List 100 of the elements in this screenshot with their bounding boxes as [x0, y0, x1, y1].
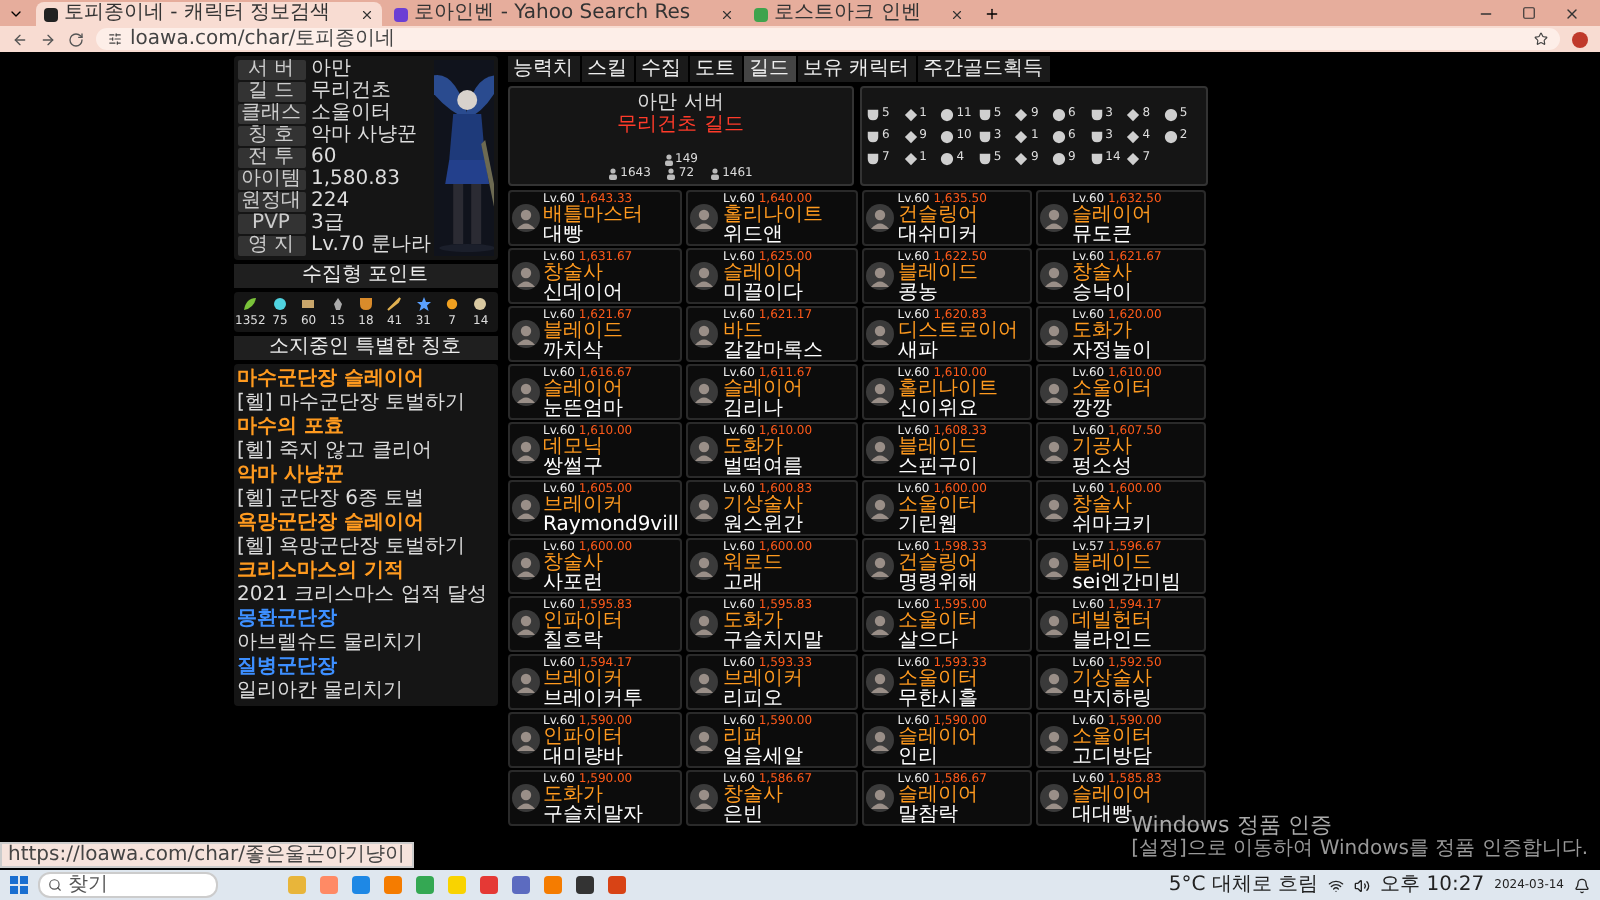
member-name: 막지하링 — [1072, 690, 1155, 710]
member-class: 디스트로이어 — [897, 322, 1018, 342]
shield-icon — [357, 296, 374, 312]
volume-icon[interactable] — [1354, 877, 1371, 893]
section-tab[interactable]: 보유 캐릭터 — [797, 56, 916, 82]
address-bar[interactable]: loawa.com/char/토피종이네 — [96, 28, 1560, 50]
info-value: 무리건초 — [311, 82, 393, 102]
member-class: 배틀마스터 — [543, 206, 643, 226]
notification-icon[interactable] — [1574, 877, 1590, 893]
info-value: 60 — [311, 148, 339, 168]
close-icon[interactable] — [720, 7, 735, 21]
section-tab[interactable]: 수집 — [635, 56, 687, 82]
title-name: 마수군단장 슬레이어 — [237, 368, 426, 390]
avatar-icon — [690, 784, 719, 812]
section-tab[interactable]: 스킬 — [581, 56, 633, 82]
windows-logo-icon[interactable] — [10, 876, 28, 894]
weather-text[interactable]: 5°C 대체로 흐림 — [1168, 873, 1319, 897]
person-icon — [608, 167, 619, 179]
member-class: 데빌헌터 — [1072, 612, 1155, 632]
member-class: 브레이커 — [543, 670, 623, 690]
member-name: 자정놀이 — [1072, 342, 1155, 362]
search-field[interactable]: 찾기 — [38, 872, 218, 898]
member-class: 슬레이어 — [897, 728, 980, 748]
member-class: 창술사 — [1072, 264, 1135, 284]
browser-tab[interactable]: 토피종이네 - 캐릭터 정보검색 — [36, 2, 383, 26]
member-name: 위드앤 — [722, 226, 785, 246]
member-name: 신이위요 — [897, 400, 980, 420]
section-tab[interactable]: 주간골드획득 — [917, 56, 1050, 82]
avatar-icon — [865, 494, 894, 522]
title-description: 일리아칸 물리치기 — [237, 680, 406, 702]
member-name: 뮤도큰 — [1072, 226, 1135, 246]
section-tab[interactable]: 도트 — [689, 56, 741, 82]
member-name: 칠흐락 — [543, 632, 605, 652]
forward-icon[interactable] — [40, 31, 56, 47]
orb-icon — [271, 296, 288, 312]
member-name: 콩농 — [897, 284, 940, 304]
member-name: 스핀구이 — [897, 458, 980, 478]
new-tab-icon[interactable] — [984, 5, 1001, 21]
avatar-icon — [511, 378, 539, 406]
member-name: 살으다 — [897, 632, 960, 652]
avatar-icon — [511, 668, 539, 696]
member-name: 기린웹 — [897, 516, 960, 536]
clock-time[interactable]: 오후 10:27 — [1380, 873, 1485, 897]
title-name: 질병군단장 — [237, 656, 339, 678]
avatar-icon — [865, 378, 894, 406]
info-value: 악마 사냥꾼 — [311, 126, 420, 146]
member-class: 소울이터 — [1072, 380, 1155, 400]
member-class: 홀리나이트 — [722, 206, 823, 226]
site-info-icon[interactable] — [108, 32, 122, 46]
close-icon[interactable] — [360, 7, 375, 21]
avatar-icon — [1040, 204, 1069, 232]
member-class: 브레이커 — [543, 496, 623, 516]
member-name: sei엔간미빔 — [1072, 574, 1181, 594]
info-label: 원정대 — [237, 192, 305, 212]
bookmark-icon[interactable] — [1534, 32, 1548, 46]
member-name: 새파 — [897, 342, 940, 362]
wifi-icon[interactable] — [1328, 877, 1345, 893]
avatar-icon — [865, 668, 894, 696]
profile-icon[interactable] — [1572, 31, 1588, 47]
avatar-icon — [690, 320, 719, 348]
browser-tab[interactable]: 로아인벤 - Yahoo Search Res — [386, 2, 743, 26]
avatar-icon — [865, 204, 894, 232]
back-icon[interactable] — [12, 31, 28, 47]
avatar-icon — [511, 552, 539, 580]
section-tab[interactable]: 능력치 — [507, 56, 579, 82]
member-class: 소울이터 — [897, 612, 980, 632]
search-icon — [48, 878, 62, 892]
avatar-icon — [511, 726, 539, 754]
member-class: 기상술사 — [722, 496, 805, 516]
member-class: 건슬링어 — [897, 554, 980, 574]
member-name: 미끌이다 — [722, 284, 805, 304]
member-name: 구슬치지말 — [722, 632, 823, 652]
info-label: 영 지 — [237, 236, 305, 256]
maximize-icon[interactable] — [1522, 5, 1536, 19]
leaf-icon — [242, 296, 259, 312]
member-name: 얼음세알 — [722, 748, 805, 768]
member-class: 도화가 — [722, 438, 783, 458]
member-class: 건슬링어 — [897, 206, 980, 226]
close-icon[interactable] — [950, 7, 965, 21]
avatar-icon — [1040, 668, 1069, 696]
close-icon[interactable] — [1564, 5, 1580, 21]
browser-tab[interactable]: 로스트아크 인벤 — [746, 2, 973, 26]
member-class: 기공사 — [1072, 438, 1135, 458]
avatar-icon — [690, 552, 719, 580]
avatar-icon — [865, 610, 894, 638]
section-tab[interactable]: 길드 — [743, 56, 795, 82]
avatar-icon — [865, 436, 894, 464]
avatar-icon — [690, 494, 719, 522]
member-class: 기상술사 — [1072, 670, 1155, 690]
feather-icon — [386, 296, 403, 312]
reload-icon[interactable] — [68, 31, 84, 47]
member-name: 원스윈간 — [722, 516, 805, 536]
avatar-icon — [1040, 610, 1069, 638]
info-label: 칭 호 — [237, 126, 305, 146]
info-value: 1,580.83 — [311, 170, 403, 190]
avatar-icon — [865, 320, 894, 348]
avatar-icon — [690, 204, 719, 232]
guild-name: 무리건초 길드 — [617, 114, 744, 136]
member-class: 슬레이어 — [722, 264, 805, 284]
member-class: 소울이터 — [1072, 728, 1155, 748]
